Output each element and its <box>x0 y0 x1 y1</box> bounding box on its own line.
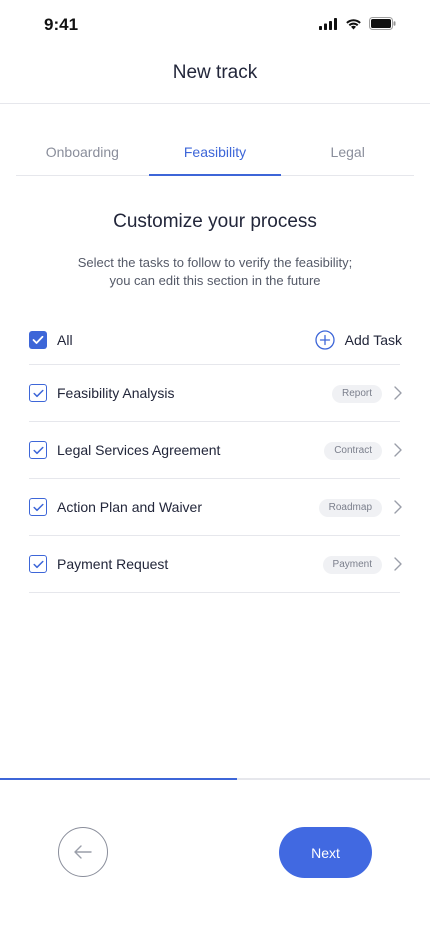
wifi-icon <box>346 18 361 29</box>
checkmark-icon <box>32 560 44 568</box>
task-badge: Roadmap <box>318 499 382 517</box>
subtitle-line-2: you can edit this section in the future <box>109 273 321 288</box>
task-row-feasibility-analysis[interactable]: Feasibility Analysis Report <box>29 365 402 422</box>
task-badge: Contract <box>324 442 382 460</box>
add-task-label: Add Task <box>344 332 402 348</box>
progress-fill <box>0 778 237 780</box>
header-divider <box>0 103 430 104</box>
tab-bar: Onboarding Feasibility Legal <box>16 128 414 176</box>
status-time: 9:41 <box>44 15 79 34</box>
progress-bar <box>0 778 430 780</box>
next-button[interactable]: Next <box>279 827 372 878</box>
checkmark-icon <box>32 389 44 397</box>
checkmark-icon <box>32 335 44 344</box>
task-checkbox[interactable] <box>29 498 47 516</box>
task-list: All Add Task Feasibility Analysis Report <box>29 316 402 593</box>
task-label: Payment Request <box>57 556 169 572</box>
chevron-right-icon[interactable] <box>394 386 402 400</box>
task-label: Feasibility Analysis <box>57 385 175 401</box>
select-all-row: All Add Task <box>29 316 402 365</box>
add-task-button[interactable]: Add Task <box>315 330 402 350</box>
arrow-left-icon <box>74 845 92 859</box>
select-all-label: All <box>57 332 73 348</box>
subtitle-line-1: Select the tasks to follow to verify the… <box>77 255 353 270</box>
tab-onboarding[interactable]: Onboarding <box>16 128 149 175</box>
task-label: Legal Services Agreement <box>57 442 221 458</box>
signal-icon <box>319 17 337 30</box>
chevron-right-icon[interactable] <box>394 557 402 571</box>
back-button[interactable] <box>58 827 108 877</box>
select-all-checkbox[interactable] <box>29 331 47 349</box>
tab-legal[interactable]: Legal <box>281 128 414 175</box>
page-title: New track <box>172 62 258 83</box>
section-subtitle: Select the tasks to follow to verify the… <box>60 254 370 290</box>
screen: 9:41 New track Onboarding Feasibility Le… <box>0 0 430 932</box>
task-checkbox[interactable] <box>29 384 47 402</box>
task-badge: Payment <box>322 556 382 574</box>
task-row-legal-services-agreement[interactable]: Legal Services Agreement Contract <box>29 422 402 479</box>
task-label: Action Plan and Waiver <box>57 499 202 515</box>
section-title: Customize your process <box>113 211 317 232</box>
task-row-payment-request[interactable]: Payment Request Payment <box>29 536 402 593</box>
task-badge: Report <box>331 385 382 403</box>
tab-feasibility[interactable]: Feasibility <box>148 128 282 176</box>
task-checkbox[interactable] <box>29 441 47 459</box>
task-row-action-plan-and-waiver[interactable]: Action Plan and Waiver Roadmap <box>29 479 402 536</box>
status-bar: 9:41 <box>0 0 430 52</box>
battery-icon <box>369 17 396 30</box>
task-checkbox[interactable] <box>29 555 47 573</box>
checkmark-icon <box>32 503 44 511</box>
chevron-right-icon[interactable] <box>394 443 402 457</box>
status-icons <box>319 17 396 30</box>
checkmark-icon <box>32 446 44 454</box>
chevron-right-icon[interactable] <box>394 500 402 514</box>
plus-circle-icon <box>315 330 335 350</box>
